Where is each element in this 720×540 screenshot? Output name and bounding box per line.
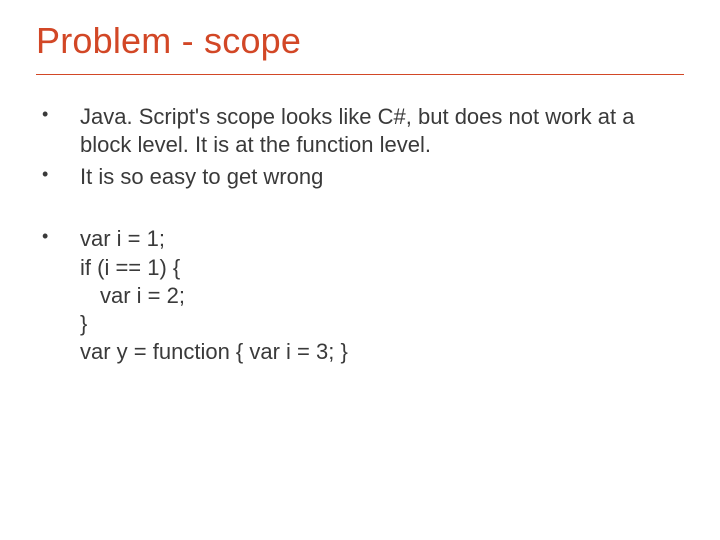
code-block: var i = 1; if (i == 1) { var i = 2; } va… xyxy=(80,225,684,366)
title-underline xyxy=(36,74,684,75)
bullet-item-2: It is so easy to get wrong xyxy=(36,163,684,191)
slide: Problem - scope Java. Script's scope loo… xyxy=(0,0,720,540)
code-line-5: var y = function { var i = 3; } xyxy=(80,338,684,366)
bullet-item-1: Java. Script's scope looks like C#, but … xyxy=(36,103,684,159)
slide-title: Problem - scope xyxy=(36,20,684,62)
code-line-4: } xyxy=(80,310,684,338)
bullet-item-3: var i = 1; if (i == 1) { var i = 2; } va… xyxy=(36,225,684,366)
code-line-1: var i = 1; xyxy=(80,225,684,253)
bullet-text-2: It is so easy to get wrong xyxy=(80,164,323,189)
bullet-gap xyxy=(36,195,684,221)
code-line-2: if (i == 1) { xyxy=(80,254,684,282)
bullet-list: Java. Script's scope looks like C#, but … xyxy=(36,103,684,366)
bullet-text-1: Java. Script's scope looks like C#, but … xyxy=(80,104,634,157)
code-line-3: var i = 2; xyxy=(80,282,684,310)
